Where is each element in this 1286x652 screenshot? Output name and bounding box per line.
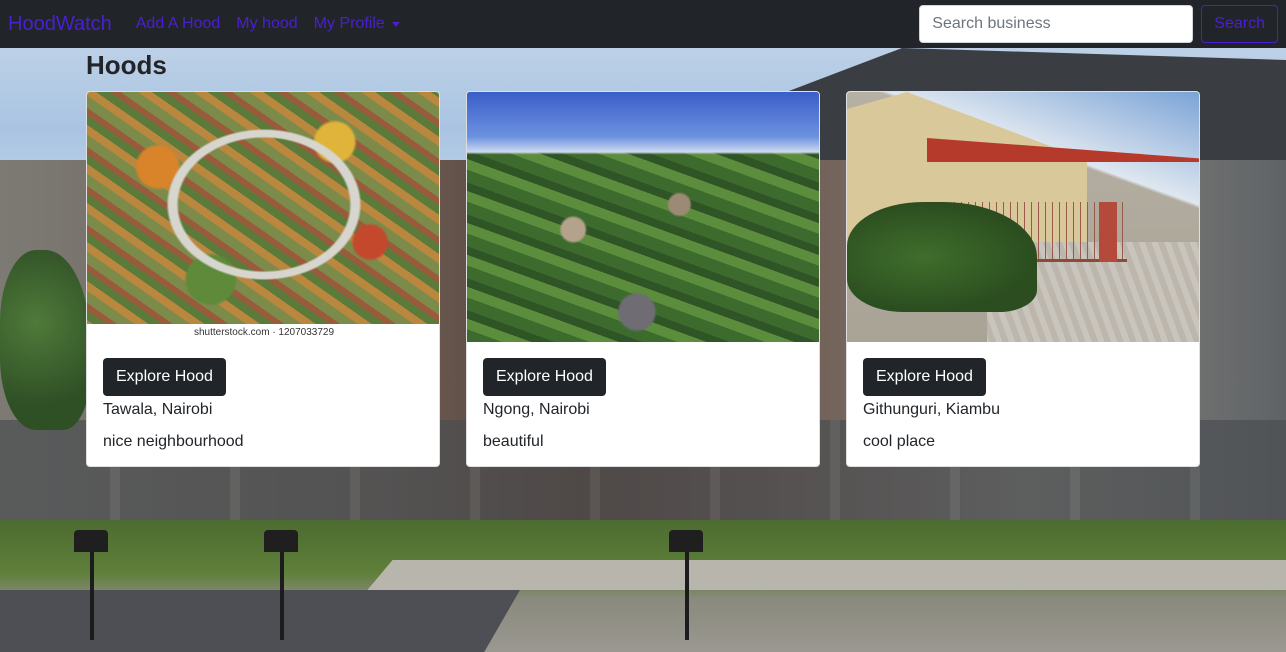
hood-location: Ngong, Nairobi: [483, 401, 590, 418]
card-body: Explore Hood Githunguri, Kiambu cool pla…: [847, 342, 1199, 453]
chevron-down-icon: [391, 21, 400, 27]
brand-link[interactable]: HoodWatch: [8, 13, 112, 36]
page-title: Hoods: [86, 50, 167, 80]
search-button[interactable]: Search: [1201, 5, 1278, 43]
profile-dropdown-label: My Profile: [313, 15, 385, 32]
hood-cards: shutterstock.com · 1207033729 Explore Ho…: [86, 91, 1200, 467]
hood-image: [467, 92, 819, 342]
bg-mailbox: [264, 530, 298, 640]
hood-description: beautiful: [483, 433, 544, 450]
hood-image: [847, 92, 1199, 342]
hood-location: Tawala, Nairobi: [103, 401, 213, 418]
bg-road: [0, 590, 521, 652]
hood-description: nice neighbourhood: [103, 433, 244, 450]
nav-link-my-hood[interactable]: My hood: [236, 15, 297, 33]
card-body: Explore Hood Ngong, Nairobi beautiful: [467, 342, 819, 453]
hood-location: Githunguri, Kiambu: [863, 401, 1000, 418]
hood-card: Explore Hood Githunguri, Kiambu cool pla…: [846, 91, 1200, 467]
image-pillar: [1099, 202, 1117, 262]
hood-card: Explore Hood Ngong, Nairobi beautiful: [466, 91, 820, 467]
bg-sidewalk: [367, 560, 1286, 590]
image-watermark: shutterstock.com · 1207033729: [87, 324, 439, 342]
hood-card: shutterstock.com · 1207033729 Explore Ho…: [86, 91, 440, 467]
search-input[interactable]: [919, 5, 1194, 43]
bg-mailbox: [669, 530, 703, 640]
explore-hood-button[interactable]: Explore Hood: [863, 358, 986, 396]
explore-hood-button[interactable]: Explore Hood: [483, 358, 606, 396]
card-body: Explore Hood Tawala, Nairobi nice neighb…: [87, 342, 439, 453]
bg-tree: [0, 250, 90, 430]
image-bush: [847, 202, 1037, 312]
profile-dropdown[interactable]: My Profile: [314, 15, 400, 33]
explore-hood-button[interactable]: Explore Hood: [103, 358, 226, 396]
navbar: HoodWatch Add A Hood My hood My Profile …: [0, 0, 1286, 48]
hood-image: shutterstock.com · 1207033729: [87, 92, 439, 342]
bg-mailbox: [74, 530, 108, 640]
hood-description: cool place: [863, 433, 936, 450]
nav-link-add-hood[interactable]: Add A Hood: [136, 15, 221, 33]
